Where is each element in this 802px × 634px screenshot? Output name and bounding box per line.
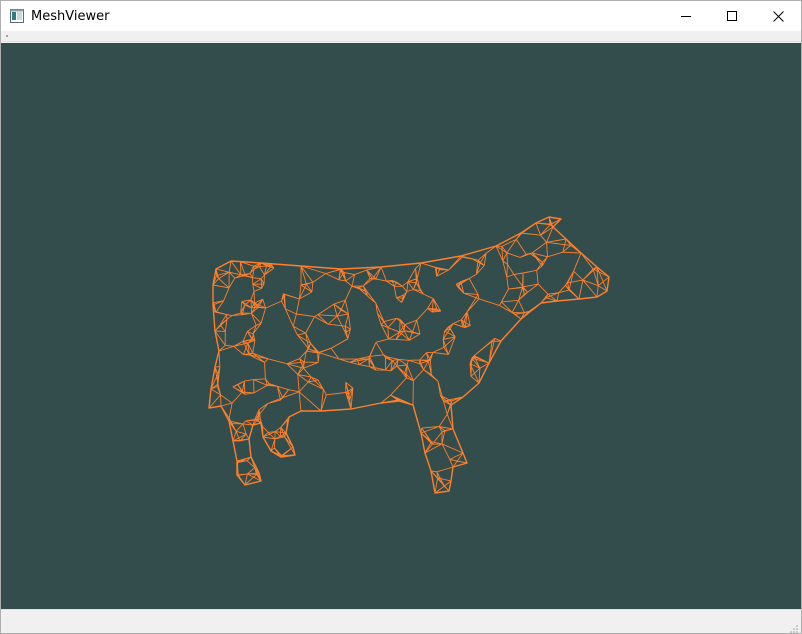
title-bar[interactable]: MeshViewer: [1, 1, 801, 31]
status-bar: [1, 609, 801, 633]
minimize-icon: [681, 16, 691, 17]
app-window: MeshViewer: [0, 0, 802, 634]
cow-mesh-edges: [208, 216, 610, 494]
window-title: MeshViewer: [31, 8, 110, 24]
menu-bar: [1, 31, 801, 42]
mesh-viewport[interactable]: [1, 43, 801, 609]
close-icon: [772, 10, 784, 22]
maximize-button[interactable]: [709, 1, 755, 31]
minimize-button[interactable]: [663, 1, 709, 31]
cow-outline: [208, 216, 610, 494]
window-controls: [663, 1, 801, 31]
maximize-icon: [727, 11, 737, 21]
app-window-icon: [9, 8, 25, 24]
size-grip-icon[interactable]: [789, 621, 799, 633]
close-button[interactable]: [755, 1, 801, 31]
cow-wireframe: [208, 216, 610, 494]
menubar-grip-icon[interactable]: [5, 34, 8, 37]
